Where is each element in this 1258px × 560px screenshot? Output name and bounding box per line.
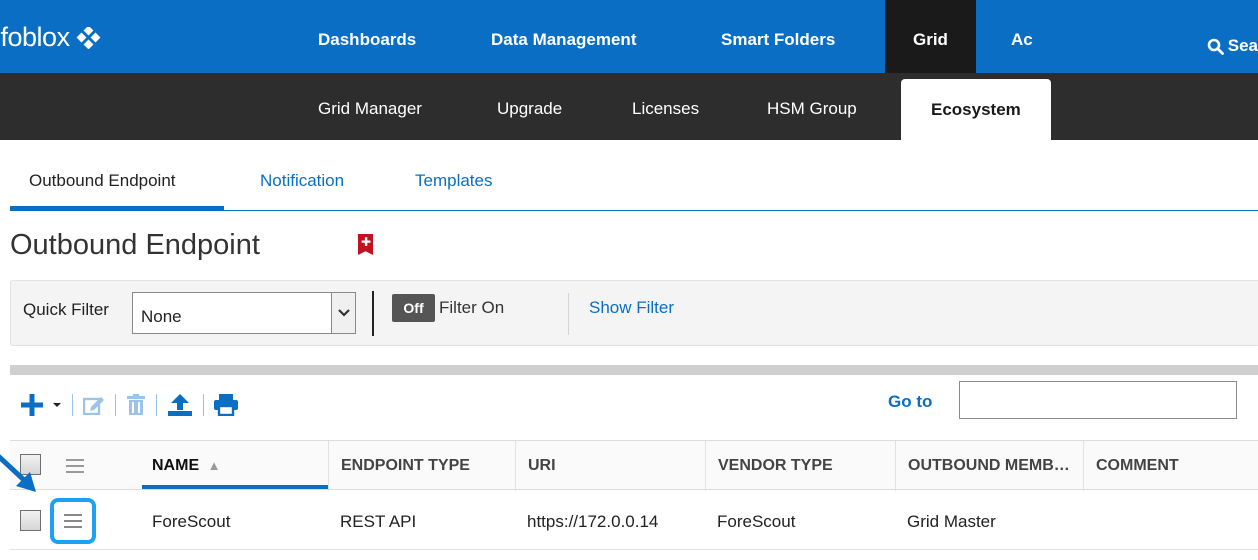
filter-divider	[372, 291, 374, 336]
outbound-endpoint-table: NAME ▲ ENDPOINT TYPE URI VENDOR TYPE OUT…	[10, 440, 1258, 550]
quick-filter-select[interactable]: None	[132, 292, 356, 334]
column-menu-icon[interactable]	[64, 455, 86, 477]
infoblox-logo[interactable]: nfoblox	[0, 22, 104, 53]
page-title: Outbound Endpoint	[10, 229, 260, 261]
filter-divider-2	[568, 293, 569, 335]
edit-icon[interactable]	[83, 390, 105, 420]
nav-dashboards[interactable]: Dashboards	[318, 0, 416, 73]
quick-filter-value: None	[141, 307, 182, 326]
search-label: Sea	[1227, 36, 1258, 55]
column-header-comment[interactable]: COMMENT	[1083, 441, 1258, 491]
tab-bar: Outbound Endpoint Notification Templates	[10, 163, 1258, 211]
column-header-outbound-member[interactable]: OUTBOUND MEMB…	[895, 441, 1083, 491]
horizontal-scrollbar[interactable]	[10, 365, 1258, 375]
cell-outbound-member: Grid Master	[907, 512, 996, 531]
print-icon[interactable]	[214, 390, 238, 420]
bookmark-symbol: ✚	[361, 235, 372, 249]
filter-toggle[interactable]: Off	[392, 294, 435, 322]
sort-ascending-icon: ▲	[207, 458, 221, 473]
column-header-uri[interactable]: URI	[515, 441, 705, 491]
subnav-ecosystem[interactable]: Ecosystem	[901, 79, 1051, 140]
goto-label: Go to	[888, 392, 933, 411]
tab-notification[interactable]: Notification	[260, 171, 344, 191]
upload-icon[interactable]	[167, 390, 193, 420]
nav-grid[interactable]: Grid	[885, 0, 976, 73]
goto-input[interactable]	[959, 381, 1237, 419]
cell-uri: https://172.0.0.14	[527, 512, 659, 531]
sub-navigation-bar: Grid Manager Upgrade Licenses HSM Group …	[0, 73, 1258, 140]
cell-name: ForeScout	[152, 512, 231, 531]
tab-templates[interactable]: Templates	[415, 171, 492, 191]
nav-smart-folders[interactable]: Smart Folders	[721, 0, 835, 73]
search-button[interactable]: Sea	[1207, 36, 1258, 56]
subnav-licenses[interactable]: Licenses	[632, 73, 699, 140]
logo-diamond-icon	[76, 26, 101, 49]
show-filter-link[interactable]: Show Filter	[589, 298, 674, 318]
chevron-down-icon[interactable]	[331, 293, 355, 333]
row-action-menu-icon[interactable]	[62, 510, 84, 532]
cell-endpoint-type: REST API	[340, 512, 417, 531]
sort-column-indicator	[142, 485, 328, 489]
pointer-arrow-icon	[0, 454, 36, 492]
add-icon[interactable]	[20, 390, 44, 420]
quick-filter-bar: Quick Filter None Off Filter On Show Fil…	[10, 280, 1258, 346]
search-icon	[1207, 38, 1224, 55]
toolbar-separator	[115, 394, 116, 416]
table-header-row: NAME ▲ ENDPOINT TYPE URI VENDOR TYPE OUT…	[10, 440, 1258, 491]
toolbar-separator	[156, 394, 157, 416]
delete-icon[interactable]	[126, 390, 146, 420]
subnav-hsm-group[interactable]: HSM Group	[767, 73, 857, 140]
table-row[interactable]: ForeScout REST API https://172.0.0.14 Fo…	[10, 490, 1258, 550]
dropdown-caret-icon[interactable]	[52, 390, 62, 420]
row-checkbox[interactable]	[20, 510, 41, 531]
column-header-name-label: NAME	[152, 457, 200, 474]
tab-outbound-endpoint[interactable]: Outbound Endpoint	[29, 171, 176, 191]
subnav-upgrade[interactable]: Upgrade	[497, 73, 562, 140]
toolbar-separator	[203, 394, 204, 416]
nav-administration[interactable]: Ac	[1011, 0, 1033, 73]
cell-comment	[1083, 490, 1095, 550]
bookmark-icon[interactable]: ✚	[358, 234, 373, 255]
column-header-vendor-type[interactable]: VENDOR TYPE	[705, 441, 895, 491]
logo-text: nfoblox	[0, 22, 70, 52]
toolbar-separator	[72, 394, 73, 416]
quick-filter-label: Quick Filter	[23, 300, 109, 319]
active-tab-indicator	[10, 206, 224, 210]
subnav-grid-manager[interactable]: Grid Manager	[318, 73, 422, 140]
row-action-menu-highlight[interactable]	[50, 498, 96, 544]
grid-toolbar	[20, 388, 238, 422]
cell-vendor-type: ForeScout	[717, 512, 796, 531]
column-header-endpoint-type[interactable]: ENDPOINT TYPE	[328, 441, 515, 491]
top-navigation-bar: nfoblox Dashboards Data Management Smart…	[0, 0, 1258, 73]
column-header-name[interactable]: NAME ▲	[140, 441, 328, 491]
nav-data-management[interactable]: Data Management	[491, 0, 636, 73]
filter-on-label: Filter On	[439, 298, 505, 317]
